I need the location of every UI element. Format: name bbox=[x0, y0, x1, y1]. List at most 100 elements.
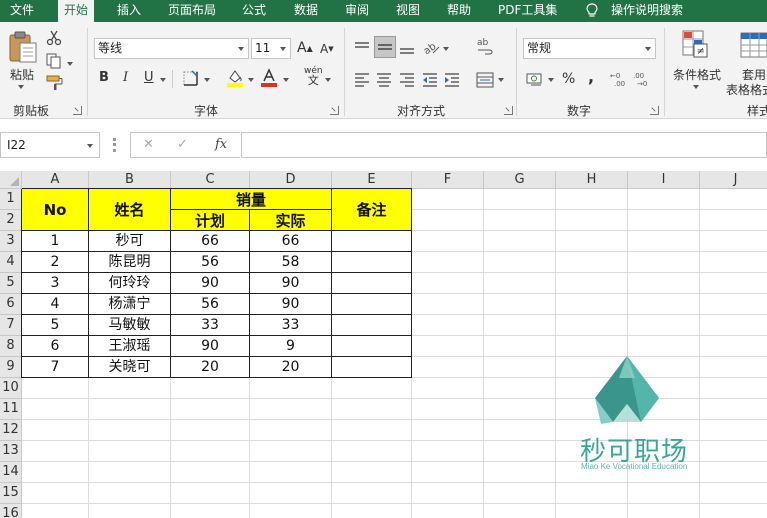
font-launcher[interactable] bbox=[330, 106, 339, 115]
formula-input[interactable] bbox=[241, 132, 767, 158]
row-header-16[interactable]: 16 bbox=[0, 504, 22, 518]
cell-no[interactable]: 6 bbox=[22, 336, 89, 357]
bold-button[interactable]: B bbox=[99, 70, 109, 85]
cell-name[interactable]: 关晓可 bbox=[89, 357, 171, 378]
cell-actual[interactable]: 20 bbox=[250, 357, 332, 378]
name-box[interactable]: I22 bbox=[0, 132, 100, 158]
underline-button[interactable]: U bbox=[144, 70, 154, 85]
row-header-8[interactable]: 8 bbox=[0, 336, 22, 357]
select-all-button[interactable] bbox=[0, 171, 22, 189]
cell-actual[interactable]: 90 bbox=[250, 294, 332, 315]
cell-plan[interactable]: 33 bbox=[171, 315, 250, 336]
font-color-icon[interactable] bbox=[260, 68, 278, 88]
cell-actual[interactable]: 58 bbox=[250, 252, 332, 273]
bottom-align-icon[interactable] bbox=[398, 40, 416, 56]
italic-button[interactable]: I bbox=[123, 70, 128, 85]
phonetic-dropdown-arrow[interactable] bbox=[325, 78, 331, 82]
middle-align-button[interactable] bbox=[374, 36, 396, 58]
cell-name[interactable]: 何玲玲 bbox=[89, 273, 171, 294]
cell-plan[interactable]: 20 bbox=[171, 357, 250, 378]
number-launcher[interactable] bbox=[650, 106, 659, 115]
decrease-indent-icon[interactable] bbox=[421, 72, 439, 88]
cell-no[interactable]: 1 bbox=[22, 231, 89, 252]
orientation-icon[interactable]: ab bbox=[421, 38, 441, 56]
wrap-text-icon[interactable]: ab bbox=[476, 36, 494, 56]
cell-no[interactable]: 4 bbox=[22, 294, 89, 315]
underline-dropdown-arrow[interactable] bbox=[160, 78, 166, 82]
formula-bar-grip[interactable] bbox=[113, 138, 116, 152]
decrease-decimal-icon[interactable]: .00→0 bbox=[633, 70, 653, 88]
menu-review[interactable]: 审阅 bbox=[345, 0, 369, 22]
cell-actual[interactable]: 9 bbox=[250, 336, 332, 357]
comma-button[interactable]: , bbox=[588, 67, 594, 86]
column-header-j[interactable]: J bbox=[700, 171, 767, 189]
copy-dropdown-arrow[interactable] bbox=[67, 62, 73, 66]
conditional-format-dropdown-arrow[interactable] bbox=[693, 85, 699, 89]
row-header-6[interactable]: 6 bbox=[0, 294, 22, 315]
cell-name[interactable]: 陈昆明 bbox=[89, 252, 171, 273]
number-format-combobox[interactable]: 常规 bbox=[523, 38, 656, 59]
cell-note[interactable] bbox=[332, 252, 412, 273]
name-box-dropdown-arrow[interactable] bbox=[87, 144, 93, 148]
font-size-combobox[interactable]: 11 bbox=[251, 38, 291, 59]
fill-color-dropdown-arrow[interactable] bbox=[248, 78, 254, 82]
cancel-icon[interactable]: ✕ bbox=[143, 137, 154, 152]
alignment-launcher[interactable] bbox=[504, 106, 513, 115]
font-name-dropdown-arrow[interactable] bbox=[238, 47, 244, 51]
cell-note[interactable] bbox=[332, 294, 412, 315]
column-header-d[interactable]: D bbox=[250, 171, 332, 189]
header-cell-no[interactable]: No bbox=[22, 189, 89, 231]
format-painter-icon[interactable] bbox=[46, 75, 64, 91]
orientation-dropdown-arrow[interactable] bbox=[443, 47, 449, 51]
menu-formulas[interactable]: 公式 bbox=[242, 0, 266, 22]
menu-file[interactable]: 文件 bbox=[10, 0, 34, 22]
row-header-1[interactable]: 1 bbox=[0, 189, 22, 210]
cell-name[interactable]: 杨潇宁 bbox=[89, 294, 171, 315]
paste-dropdown-arrow[interactable] bbox=[18, 85, 24, 89]
header-cell-note[interactable]: 备注 bbox=[332, 189, 412, 231]
header-cell-actual[interactable]: 实际 bbox=[250, 210, 332, 231]
cell-note[interactable] bbox=[332, 273, 412, 294]
cell-no[interactable]: 5 bbox=[22, 315, 89, 336]
cell-note[interactable] bbox=[332, 357, 412, 378]
cell-note[interactable] bbox=[332, 315, 412, 336]
currency-icon[interactable] bbox=[526, 70, 544, 88]
top-align-icon[interactable] bbox=[353, 40, 371, 56]
increase-decimal-icon[interactable]: ←0.00 bbox=[610, 70, 630, 88]
phonetic-button[interactable]: wén 文 bbox=[304, 67, 323, 87]
cell-actual[interactable]: 66 bbox=[250, 231, 332, 252]
column-header-f[interactable]: F bbox=[412, 171, 484, 189]
cell-plan[interactable]: 90 bbox=[171, 336, 250, 357]
font-size-dropdown-arrow[interactable] bbox=[280, 47, 286, 51]
row-header-4[interactable]: 4 bbox=[0, 252, 22, 273]
insert-function-icon[interactable]: fx bbox=[215, 137, 227, 152]
align-left-icon[interactable] bbox=[353, 72, 371, 88]
conditional-format-icon[interactable]: ≠ bbox=[682, 30, 710, 60]
row-header-5[interactable]: 5 bbox=[0, 273, 22, 294]
row-header-13[interactable]: 13 bbox=[0, 441, 22, 462]
row-header-11[interactable]: 11 bbox=[0, 399, 22, 420]
align-right-icon[interactable] bbox=[398, 72, 416, 88]
header-cell-plan[interactable]: 计划 bbox=[171, 210, 250, 231]
clipboard-launcher[interactable] bbox=[73, 106, 82, 115]
row-header-15[interactable]: 15 bbox=[0, 483, 22, 504]
grow-font-button[interactable]: A ▲ bbox=[297, 40, 313, 56]
cell-actual[interactable]: 90 bbox=[250, 273, 332, 294]
row-header-7[interactable]: 7 bbox=[0, 315, 22, 336]
font-name-combobox[interactable]: 等线 bbox=[94, 38, 249, 59]
increase-indent-icon[interactable] bbox=[443, 72, 461, 88]
menu-insert[interactable]: 插入 bbox=[117, 0, 141, 22]
row-header-14[interactable]: 14 bbox=[0, 462, 22, 483]
number-format-dropdown-arrow[interactable] bbox=[645, 47, 651, 51]
borders-icon[interactable] bbox=[182, 70, 200, 87]
cut-icon[interactable] bbox=[46, 30, 62, 46]
cell-note[interactable] bbox=[332, 231, 412, 252]
menu-pdf-tools[interactable]: PDF工具集 bbox=[498, 0, 557, 22]
cell-plan[interactable]: 90 bbox=[171, 273, 250, 294]
cell-actual[interactable]: 33 bbox=[250, 315, 332, 336]
menu-help[interactable]: 帮助 bbox=[447, 0, 471, 22]
cell-no[interactable]: 7 bbox=[22, 357, 89, 378]
merge-dropdown-arrow[interactable] bbox=[498, 78, 504, 82]
align-center-icon[interactable] bbox=[375, 72, 393, 88]
header-cell-name[interactable]: 姓名 bbox=[89, 189, 171, 231]
